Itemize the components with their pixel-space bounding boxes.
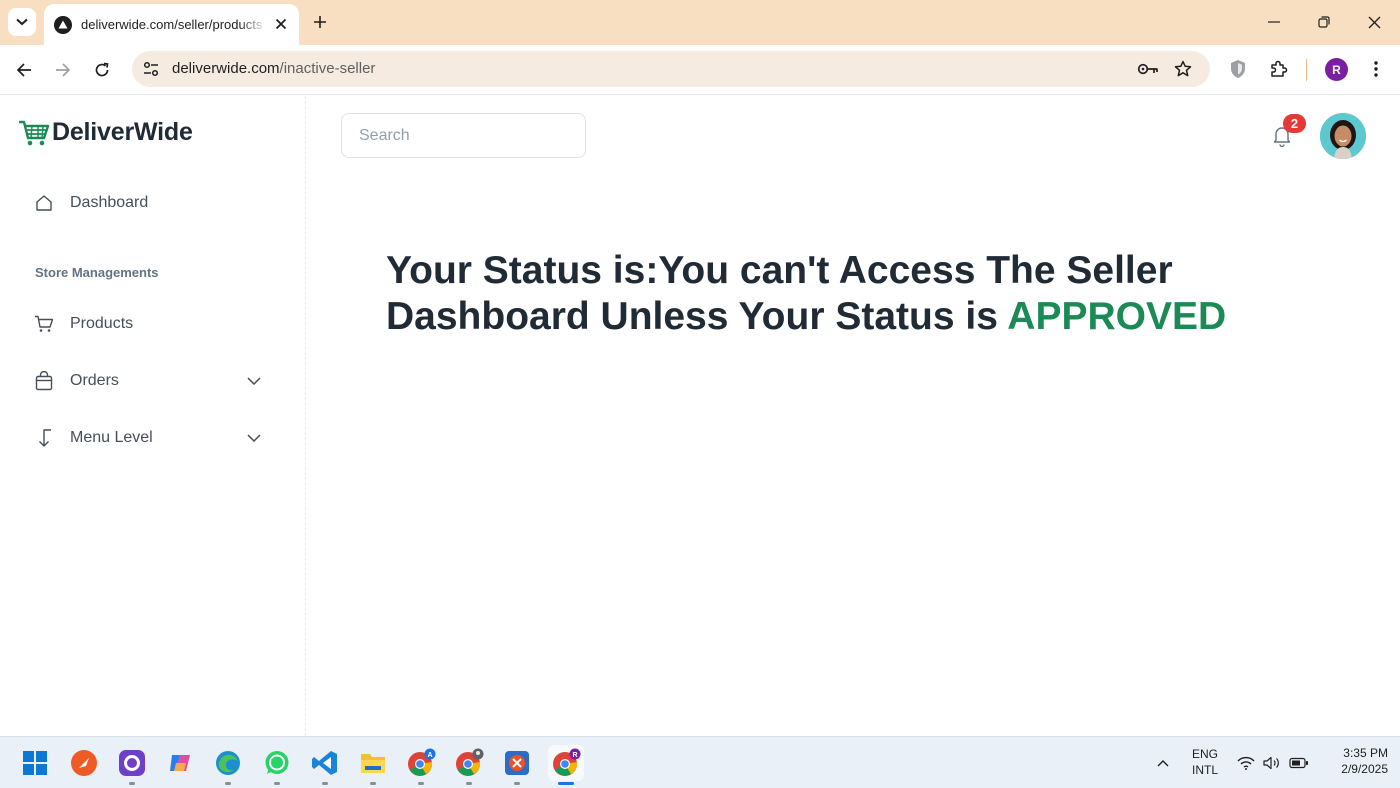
cart-icon [34,314,54,334]
sidebar: DeliverWide Dashboard Store Managements … [0,96,306,736]
approved-status-highlight: APPROVED [1007,295,1227,338]
sidebar-item-dashboard[interactable]: Dashboard [16,181,278,225]
reload-icon[interactable] [89,57,115,83]
restore-icon[interactable] [1310,8,1338,36]
svg-text:A: A [427,752,432,759]
chrome-profile-r-icon[interactable]: R [548,745,584,785]
running-indicator [225,782,231,785]
github-desktop-icon[interactable] [114,745,150,785]
browser-tab[interactable]: deliverwide.com/seller/products [44,4,299,45]
url-text: deliverwide.com/inactive-seller [172,60,375,77]
vscode-icon[interactable] [307,745,343,785]
profile-avatar[interactable]: R [1325,58,1348,81]
keyboard-layout: INTL [1191,763,1218,777]
more-menu-icon[interactable] [1364,57,1388,81]
sidebar-item-label: Dashboard [70,194,149,211]
url-host: deliverwide.com [172,60,280,77]
language-code: ENG [1191,747,1218,761]
copilot-icon[interactable] [162,745,198,781]
volume-icon[interactable] [1262,753,1282,773]
sidebar-item-orders[interactable]: Orders [16,359,278,403]
new-tab-icon[interactable] [308,10,332,34]
tab-title: deliverwide.com/seller/products [81,17,263,32]
site-settings-icon[interactable] [142,60,160,78]
postman-icon[interactable] [66,745,102,781]
bag-icon [34,371,54,391]
windows-start-icon[interactable] [17,745,53,781]
clock-date: 2/9/2025 [1341,762,1388,776]
battery-icon[interactable] [1289,753,1309,773]
language-indicator[interactable]: ENG INTL [1188,746,1222,778]
minimize-icon[interactable] [1260,8,1288,36]
browser-tab-bar: deliverwide.com/seller/products [0,0,1400,45]
wifi-icon[interactable] [1236,753,1256,773]
triangle-favicon-icon [54,15,72,34]
close-window-icon[interactable] [1360,8,1388,36]
shield-extension-icon[interactable] [1226,57,1250,81]
chrome-profile-a-icon[interactable]: A [403,745,439,785]
status-message: Your Status is:You can't Access The Sell… [386,248,1376,340]
remote-desktop-icon[interactable] [499,745,535,785]
svg-text:R: R [572,752,577,759]
close-tab-icon[interactable] [273,16,289,32]
forward-arrow-icon[interactable] [50,57,76,83]
file-explorer-icon[interactable] [355,745,391,785]
user-avatar[interactable] [1320,113,1366,159]
running-indicator [558,782,574,785]
edge-icon[interactable] [210,745,246,785]
clock[interactable]: 3:35 PM 2/9/2025 [1320,745,1388,777]
chrome-profile-2-icon[interactable] [451,745,487,785]
search-input[interactable] [341,113,586,158]
chevron-down-icon[interactable] [246,430,262,446]
password-key-icon[interactable] [1137,58,1159,80]
back-arrow-icon[interactable] [11,57,37,83]
whatsapp-icon[interactable] [259,745,295,785]
address-bar[interactable]: deliverwide.com/inactive-seller [132,51,1210,87]
notification-badge: 2 [1283,114,1306,133]
logo[interactable]: DeliverWide [18,118,193,147]
shopping-cart-logo-icon [19,120,50,145]
running-indicator [466,782,472,785]
running-indicator [370,782,376,785]
sidebar-item-label: Orders [70,372,119,389]
chevron-down-icon [16,18,28,26]
browser-toolbar: deliverwide.com/inactive-seller R [0,45,1400,95]
url-path: /inactive-seller [279,60,376,77]
sidebar-item-label: Products [70,315,134,332]
sidebar-section-title: Store Managements [35,265,159,280]
tab-search-button[interactable] [8,8,36,36]
sidebar-item-label: Menu Level [70,429,153,446]
chevron-up-icon[interactable] [1153,753,1173,773]
windows-taskbar: A R ENG INTL 3:35 PM 2/9/2025 [0,736,1400,788]
running-indicator [418,782,424,785]
running-indicator [322,782,328,785]
logo-text: DeliverWide [52,118,193,146]
home-icon [34,193,54,213]
chevron-down-icon[interactable] [246,373,262,389]
clock-time: 3:35 PM [1343,746,1388,760]
bookmark-star-icon[interactable] [1172,58,1194,80]
toolbar-divider [1306,59,1307,81]
running-indicator [274,782,280,785]
sidebar-item-products[interactable]: Products [16,302,278,346]
extensions-puzzle-icon[interactable] [1267,57,1291,81]
running-indicator [514,782,520,785]
level-down-icon [34,428,54,448]
running-indicator [129,782,135,785]
sidebar-item-menu-level[interactable]: Menu Level [16,416,278,460]
